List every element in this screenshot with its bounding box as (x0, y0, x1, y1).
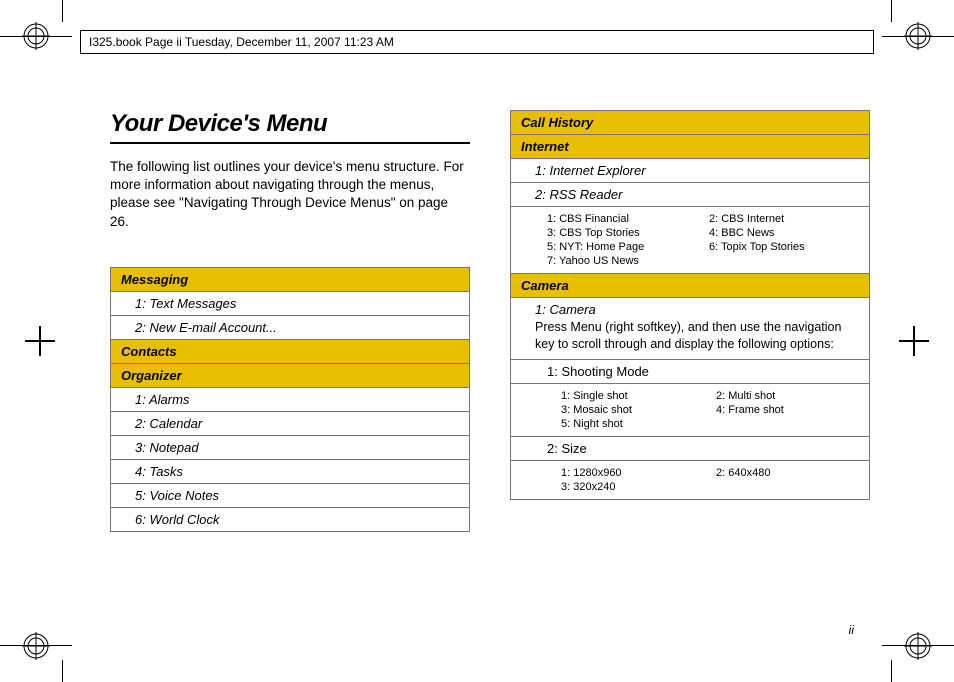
shooting-option: 4: Frame shot (716, 404, 859, 416)
right-column: Call History Internet 1: Internet Explor… (510, 110, 870, 532)
intro-paragraph: The following list outlines your device'… (110, 158, 470, 231)
menu-table-left: Messaging 1: Text Messages 2: New E-mail… (110, 267, 470, 532)
category-contacts: Contacts (111, 339, 470, 363)
shooting-option: 5: Night shot (561, 418, 704, 430)
menu-item-world-clock: 6: World Clock (111, 507, 470, 531)
menu-item-voice-notes: 5: Voice Notes (111, 483, 470, 507)
menu-item-notepad: 3: Notepad (111, 435, 470, 459)
menu-item-new-email: 2: New E-mail Account... (111, 315, 470, 339)
left-column: Your Device's Menu The following list ou… (110, 110, 470, 532)
content-area: Your Device's Menu The following list ou… (110, 110, 870, 532)
menu-item-size: 2: Size (511, 436, 870, 460)
size-option: 1: 1280x960 (561, 467, 704, 479)
shooting-option: 3: Mosaic shot (561, 404, 704, 416)
crop-line (891, 0, 892, 22)
registration-mark-bottom-left (22, 632, 50, 660)
menu-item-rss-reader: 2: RSS Reader (511, 183, 870, 207)
size-options: 1: 1280x960 2: 640x480 3: 320x240 (511, 460, 870, 499)
rss-item: 6: Topix Top Stories (709, 241, 859, 253)
menu-table-right: Call History Internet 1: Internet Explor… (510, 110, 870, 500)
registration-mark-bottom-right (904, 632, 932, 660)
size-option: 2: 640x480 (716, 467, 859, 479)
crosshair-left (30, 331, 50, 351)
category-internet: Internet (511, 135, 870, 159)
document-header: I325.book Page ii Tuesday, December 11, … (80, 30, 874, 54)
camera-title: 1: Camera (535, 302, 596, 317)
crop-line (62, 660, 63, 682)
menu-item-tasks: 4: Tasks (111, 459, 470, 483)
rss-feed-list: 1: CBS Financial 2: CBS Internet 3: CBS … (511, 207, 870, 274)
category-messaging: Messaging (111, 267, 470, 291)
page-title: Your Device's Menu (110, 110, 470, 144)
category-organizer: Organizer (111, 363, 470, 387)
shooting-option: 2: Multi shot (716, 390, 859, 402)
shooting-mode-options: 1: Single shot 2: Multi shot 3: Mosaic s… (511, 383, 870, 436)
menu-item-internet-explorer: 1: Internet Explorer (511, 159, 870, 183)
crop-line (62, 0, 63, 22)
menu-item-camera: 1: Camera Press Menu (right softkey), an… (511, 298, 870, 360)
menu-item-calendar: 2: Calendar (111, 411, 470, 435)
rss-item: 7: Yahoo US News (547, 255, 697, 267)
rss-item: 1: CBS Financial (547, 213, 697, 225)
page-number: ii (849, 623, 854, 637)
category-call-history: Call History (511, 111, 870, 135)
rss-item: 2: CBS Internet (709, 213, 859, 225)
crop-line (891, 660, 892, 682)
crop-line (0, 36, 72, 37)
category-camera: Camera (511, 274, 870, 298)
menu-item-alarms: 1: Alarms (111, 387, 470, 411)
crop-line (882, 645, 954, 646)
shooting-option: 1: Single shot (561, 390, 704, 402)
menu-item-text-messages: 1: Text Messages (111, 291, 470, 315)
crosshair-right (904, 331, 924, 351)
menu-item-shooting-mode: 1: Shooting Mode (511, 359, 870, 383)
camera-note: Press Menu (right softkey), and then use… (535, 319, 859, 353)
rss-item: 5: NYT: Home Page (547, 241, 697, 253)
rss-item: 3: CBS Top Stories (547, 227, 697, 239)
size-option: 3: 320x240 (561, 481, 704, 493)
crop-line (882, 36, 954, 37)
crop-line (0, 645, 72, 646)
rss-item: 4: BBC News (709, 227, 859, 239)
